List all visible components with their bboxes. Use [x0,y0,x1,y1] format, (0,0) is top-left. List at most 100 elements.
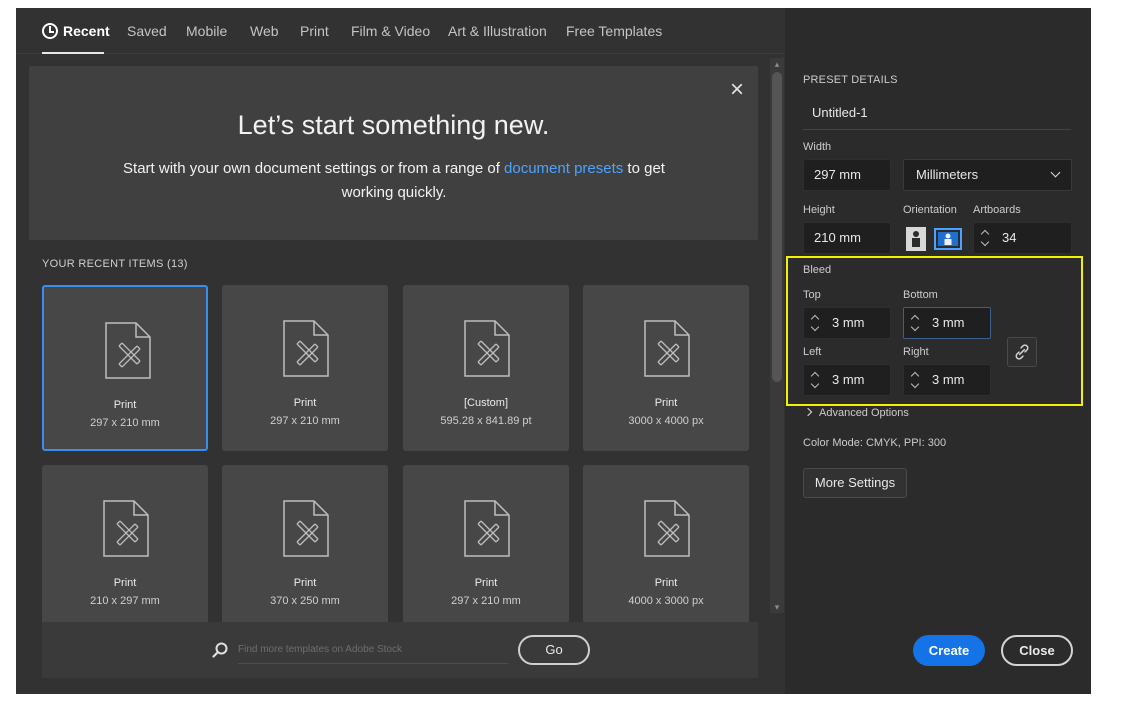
document-icon [464,500,510,557]
bleed-top-value: 3 mm [832,315,865,330]
recent-item-title: Print [113,577,137,589]
document-icon [464,320,510,377]
width-field[interactable]: 297 mm [803,159,891,191]
recent-item-size: 595.28 x 841.89 pt [440,415,532,427]
chevron-down-icon [1050,167,1061,178]
units-dropdown[interactable]: Millimeters [903,159,1072,191]
artboards-stepper[interactable]: 34 [973,222,1072,254]
stepper-arrows-icon[interactable] [980,227,990,249]
tab-art-illustration[interactable]: Art & Illustration [448,23,547,39]
scrollbar-thumb[interactable] [772,72,782,382]
recent-item-title: Print [113,399,137,411]
recent-item-title: Print [293,577,317,589]
recent-item-size: 297 x 210 mm [451,595,521,607]
tab-web[interactable]: Web [250,23,279,39]
bleed-bottom-value: 3 mm [932,315,965,330]
recent-item-title: Print [474,577,498,589]
scroll-down-icon[interactable]: ▾ [770,601,784,613]
recent-item[interactable]: [Custom] 595.28 x 841.89 pt [403,285,569,451]
tab-free-templates[interactable]: Free Templates [566,23,662,39]
tab-print[interactable]: Print [300,23,329,39]
bleed-top-stepper[interactable]: 3 mm [803,307,891,339]
landscape-orientation-icon[interactable] [934,226,962,252]
width-label: Width [803,141,832,153]
units-value: Millimeters [916,167,979,182]
recent-item-size: 370 x 250 mm [270,595,340,607]
scroll-up-icon[interactable]: ▴ [770,58,784,70]
tab-saved[interactable]: Saved [127,23,167,39]
stepper-arrows-icon[interactable] [810,312,820,334]
category-tabs: Recent Saved Mobile Web Print Film & Vid… [16,8,784,54]
link-icon [1015,344,1029,360]
recent-item[interactable]: Print 297 x 210 mm [222,285,388,451]
close-icon[interactable]: × [725,78,749,102]
banner-title: Let’s start something new. [237,110,550,140]
document-icon [644,500,690,557]
bleed-top-label: Top [803,289,821,301]
document-icon [103,500,149,557]
active-tab-indicator [42,52,104,54]
stepper-arrows-icon[interactable] [910,312,920,334]
recent-items-heading: YOUR RECENT ITEMS (13) [42,258,188,270]
preset-details-panel: PRESET DETAILS Untitled-1 Width 297 mm M… [785,8,1091,694]
stepper-arrows-icon[interactable] [810,369,820,391]
clock-icon [42,23,58,39]
bleed-right-stepper[interactable]: 3 mm [903,364,991,396]
document-icon [283,320,329,377]
stepper-arrows-icon[interactable] [910,369,920,391]
go-button[interactable]: Go [518,635,590,665]
panel-heading: PRESET DETAILS [803,74,898,86]
recent-item[interactable]: Print 370 x 250 mm [222,465,388,631]
bleed-bottom-label: Bottom [903,289,938,301]
template-search-input[interactable] [238,636,508,664]
recent-item[interactable]: Print 4000 x 3000 px [583,465,749,631]
new-document-dialog: Recent Saved Mobile Web Print Film & Vid… [16,8,1091,694]
orientation-label: Orientation [903,204,957,216]
tab-label: Recent [63,23,110,39]
advanced-options-toggle[interactable]: Advanced Options [803,407,909,419]
recent-item-size: 4000 x 3000 px [628,595,704,607]
recent-item[interactable]: Print 210 x 297 mm [42,465,208,631]
recent-heading-label: YOUR RECENT ITEMS [42,258,164,270]
link-bleed-button[interactable] [1007,337,1037,367]
recent-item-size: 3000 x 4000 px [628,415,704,427]
recent-count: (13) [167,258,188,270]
bleed-left-value: 3 mm [832,372,865,387]
recent-item[interactable]: Print 297 x 210 mm [403,465,569,631]
banner-text: Start with your own document settings or… [123,160,505,177]
template-search-bar: Go [42,622,758,678]
recent-item-size: 297 x 210 mm [90,417,160,429]
tab-recent[interactable]: Recent [42,23,110,39]
recent-item-size: 297 x 210 mm [270,415,340,427]
bleed-label: Bleed [803,264,832,276]
bleed-left-label: Left [803,346,822,358]
document-icon [283,500,329,557]
document-name-field[interactable]: Untitled-1 [803,102,1071,130]
create-button[interactable]: Create [913,635,985,666]
more-settings-button[interactable]: More Settings [803,468,907,498]
chevron-right-icon [803,407,813,417]
height-field[interactable]: 210 mm [803,222,891,254]
tab-mobile[interactable]: Mobile [186,23,227,39]
height-label: Height [803,204,835,216]
bleed-bottom-stepper[interactable]: 3 mm [903,307,991,339]
recent-item-title: Print [654,397,678,409]
bleed-left-stepper[interactable]: 3 mm [803,364,891,396]
tab-film-video[interactable]: Film & Video [351,23,430,39]
close-button[interactable]: Close [1001,635,1073,666]
search-icon [212,642,228,658]
banner-subtitle: Start with your own document settings or… [109,157,679,205]
color-mode-text: Color Mode: CMYK, PPI: 300 [803,437,947,449]
welcome-banner: × Let’s start something new. Start with … [29,66,758,240]
bleed-right-label: Right [903,346,929,358]
recent-item[interactable]: Print 297 x 210 mm [42,285,208,451]
advanced-options-label: Advanced Options [819,407,909,419]
document-icon [644,320,690,377]
artboards-label: Artboards [973,204,1021,216]
document-icon [105,322,151,379]
recent-item-title: [Custom] [463,397,508,409]
scrollbar[interactable]: ▴ ▾ [770,58,784,613]
recent-item[interactable]: Print 3000 x 4000 px [583,285,749,451]
document-presets-link[interactable]: document presets [504,160,623,177]
portrait-orientation-icon[interactable] [903,226,929,252]
